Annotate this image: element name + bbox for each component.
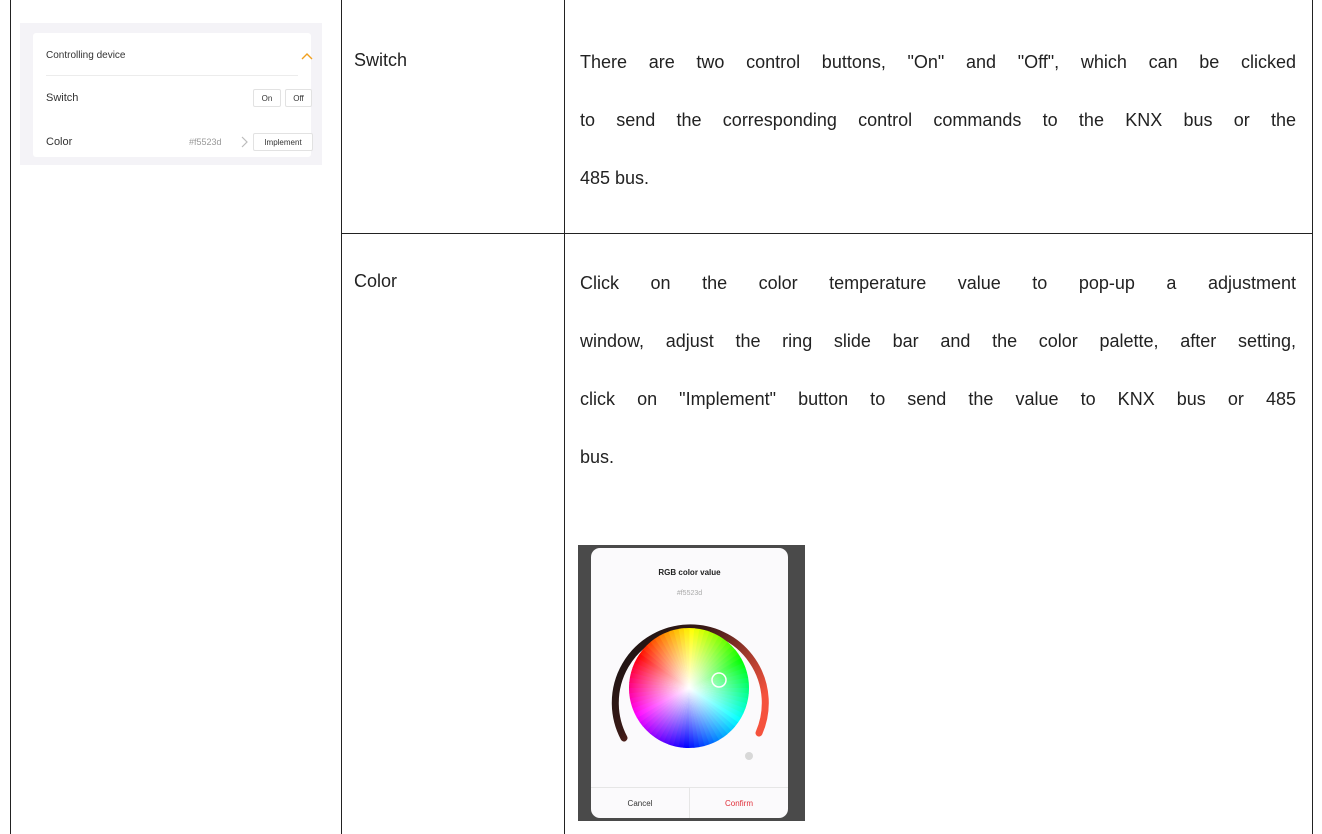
confirm-button[interactable]: Confirm: [690, 788, 788, 818]
description-line: Click on the color temperature value to …: [580, 273, 1296, 293]
row-name-switch: Switch: [354, 50, 408, 70]
table-col1-border: [341, 0, 342, 834]
description-line: click on "Implement" button to send the …: [580, 389, 1296, 409]
popup-footer: Cancel Confirm: [591, 787, 788, 818]
row-description-switch: There are two control buttons, "On" and …: [580, 50, 1296, 224]
ring-handle-icon: [745, 752, 753, 760]
table-col2-border: [564, 0, 565, 834]
row-name-color: Color: [354, 271, 398, 291]
row-description-color: Click on the color temperature value to …: [580, 271, 1296, 503]
implement-button[interactable]: Implement: [253, 133, 313, 151]
switch-label: Switch: [46, 92, 79, 104]
rgb-popup-screenshot: RGB color value #f5523d Cancel Confirm: [578, 545, 805, 821]
description-line: There are two control buttons, "On" and …: [580, 52, 1296, 72]
device-screenshot: Controlling device Switch On Off Color #…: [20, 23, 322, 165]
cancel-button[interactable]: Cancel: [591, 788, 689, 818]
controlling-device-card: Controlling device Switch On Off Color #…: [33, 33, 313, 157]
on-button[interactable]: On: [253, 89, 281, 107]
card-divider: [46, 75, 298, 76]
card-header: Controlling device: [46, 50, 126, 61]
table-left-border: [10, 0, 11, 834]
row-divider: [341, 233, 1313, 234]
color-wheel-graphic: [611, 624, 769, 760]
description-line: to send the corresponding control comman…: [580, 110, 1296, 130]
rgb-color-dialog: RGB color value #f5523d Cancel Confirm: [591, 548, 788, 818]
color-value[interactable]: #f5523d: [189, 137, 222, 147]
chevron-right-icon[interactable]: [241, 136, 248, 148]
color-label: Color: [46, 136, 73, 148]
chevron-up-icon[interactable]: [301, 52, 313, 60]
table-right-border: [1312, 0, 1313, 834]
description-line: bus.: [580, 447, 615, 467]
description-line: 485 bus.: [580, 168, 650, 188]
off-button[interactable]: Off: [285, 89, 312, 107]
description-line: window, adjust the ring slide bar and th…: [580, 331, 1296, 351]
